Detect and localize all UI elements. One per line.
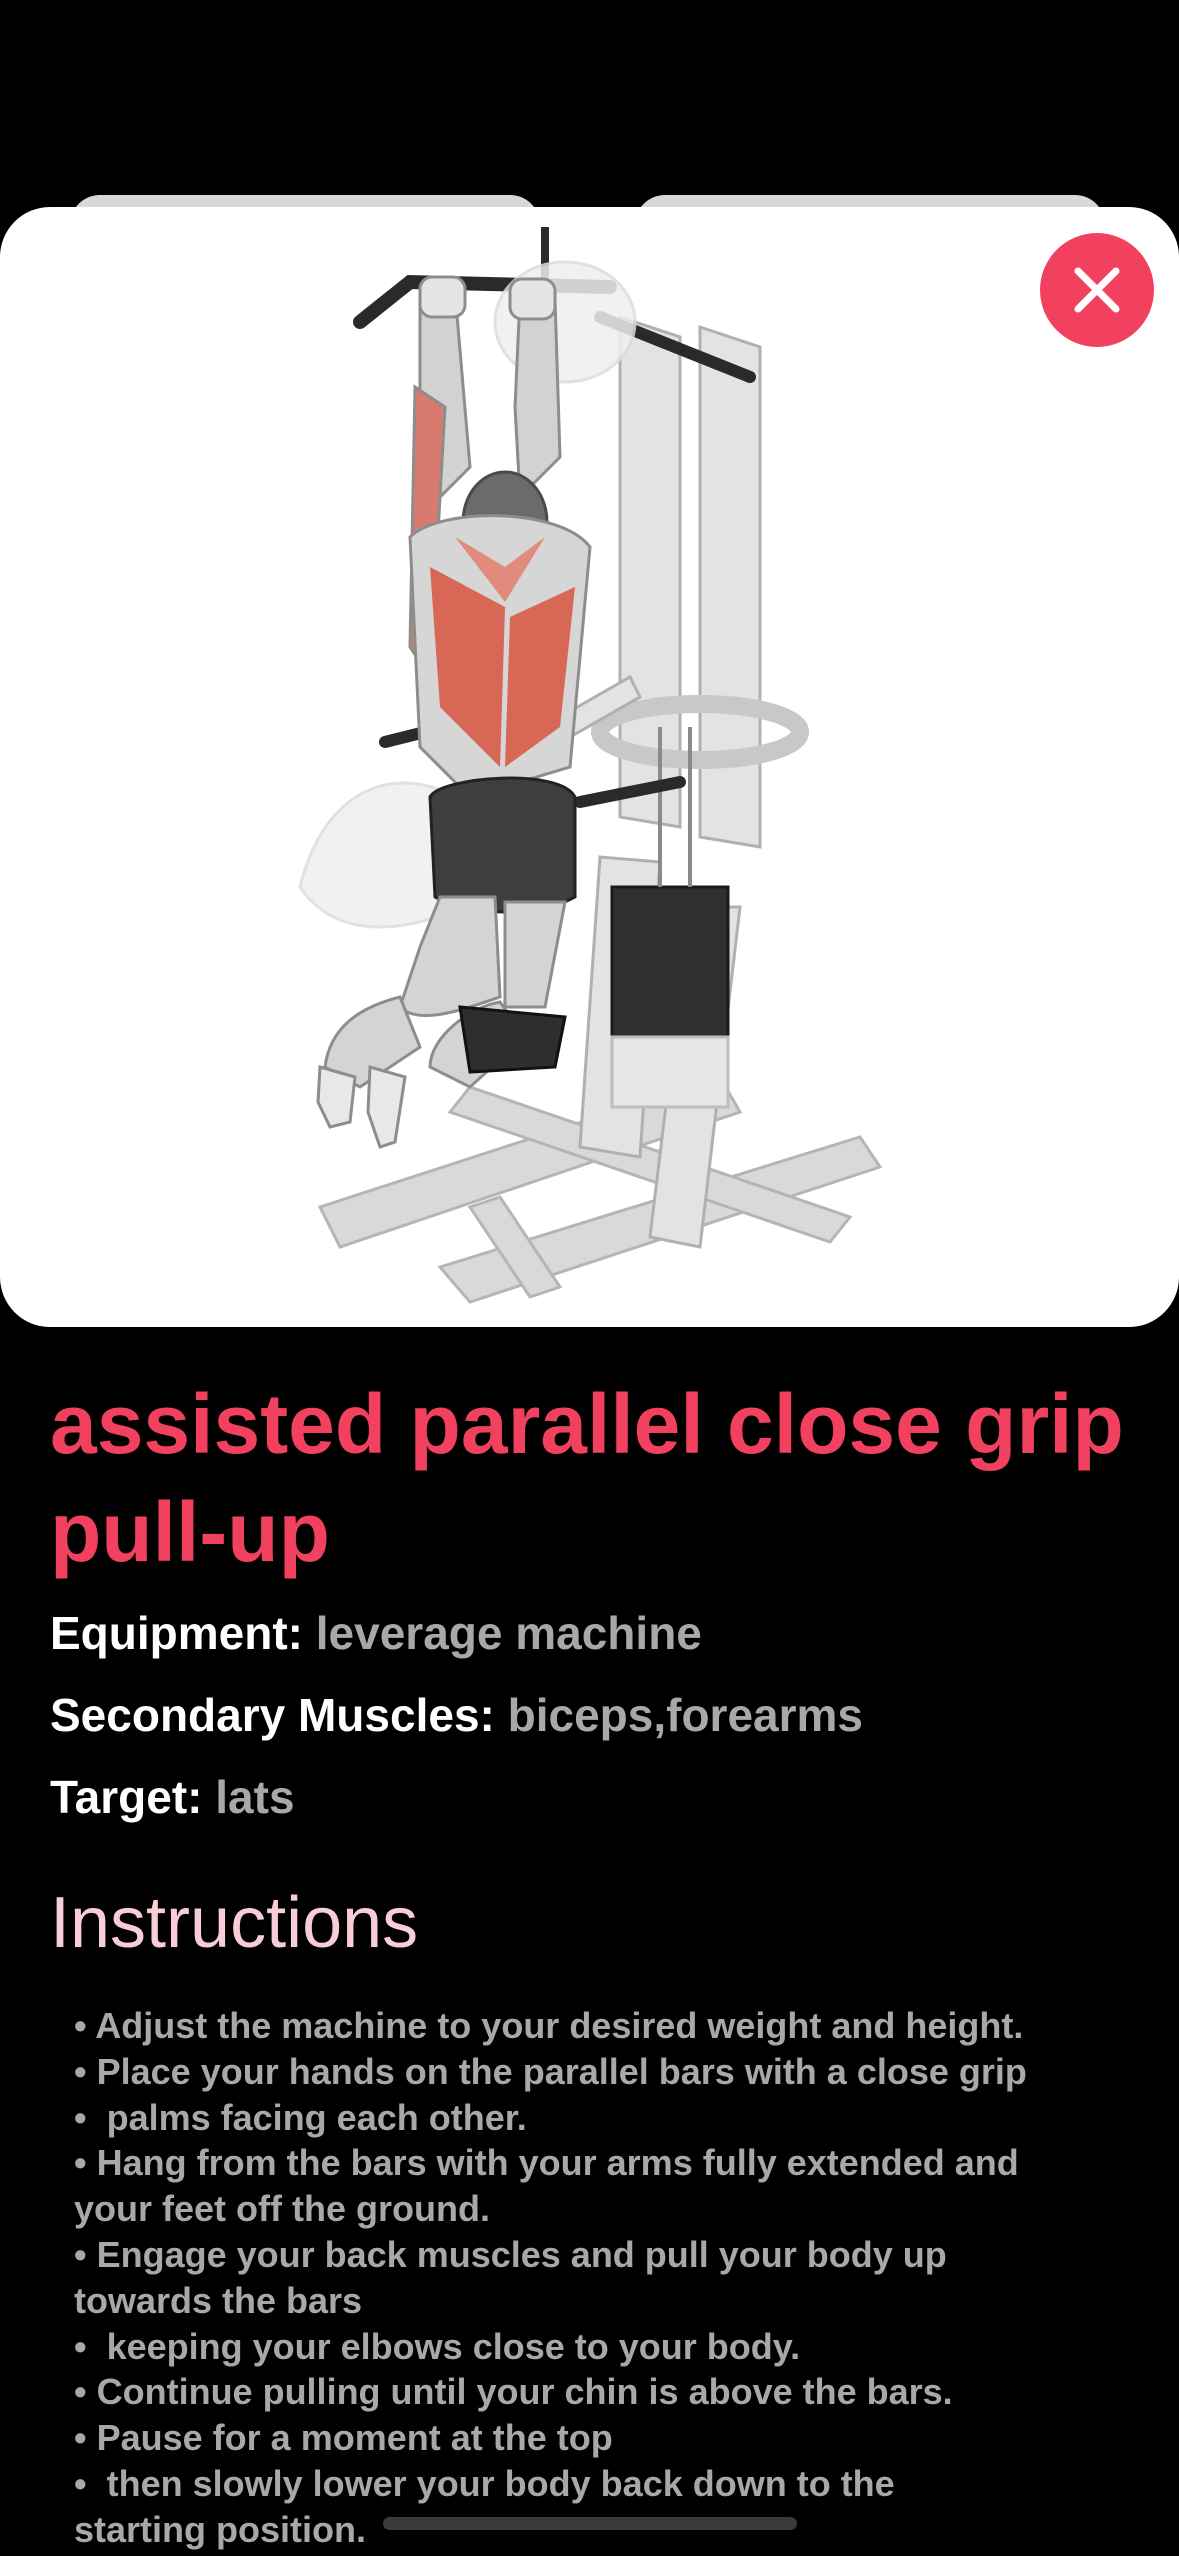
home-indicator[interactable] xyxy=(383,2517,797,2530)
secondary-muscles-value: biceps,forearms xyxy=(507,1689,864,1741)
instructions-heading: Instructions xyxy=(50,1883,419,1963)
secondary-muscles-row: Secondary Muscles: biceps,forearms xyxy=(50,1684,1140,1746)
target-row: Target: lats xyxy=(50,1766,1140,1828)
instructions-text: • Adjust the machine to your desired wei… xyxy=(74,2005,1027,2550)
exercise-image-card xyxy=(0,207,1179,1327)
exercise-illustration xyxy=(298,227,883,1304)
exercise-details: assisted parallel close grip pull-up Equ… xyxy=(50,1370,1140,1968)
equipment-row: Equipment: leverage machine xyxy=(50,1602,1140,1664)
close-icon xyxy=(1074,267,1120,313)
exercise-title: assisted parallel close grip pull-up xyxy=(50,1377,1124,1579)
secondary-muscles-label: Secondary Muscles: xyxy=(50,1689,495,1741)
equipment-value: leverage machine xyxy=(315,1607,702,1659)
target-label: Target: xyxy=(50,1771,203,1823)
target-value: lats xyxy=(215,1771,295,1823)
equipment-label: Equipment: xyxy=(50,1607,303,1659)
close-button[interactable] xyxy=(1040,233,1154,347)
